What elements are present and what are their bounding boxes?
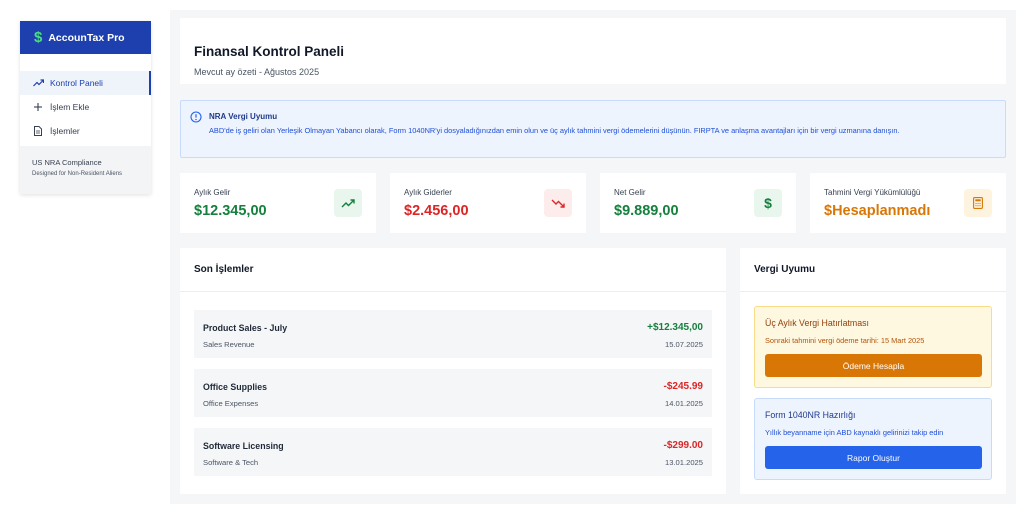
transaction-name: Office Supplies (203, 382, 268, 392)
stat-label: Net Gelir (614, 188, 646, 197)
quarterly-reminder: Üç Aylık Vergi Hatırlatması Sonraki tahm… (754, 306, 992, 388)
dollar-icon: $ (754, 189, 782, 217)
sidebar-item-add-transaction[interactable]: İşlem Ekle (20, 95, 151, 119)
page-title: Finansal Kontrol Paneli (194, 44, 345, 59)
reminder-text: Sonraki tahmini vergi ödeme tarihi: 15 M… (765, 336, 925, 345)
stat-card-net-income: Net Gelir $9.889,00 $ (600, 173, 796, 233)
stat-value: $2.456,00 (404, 203, 469, 219)
transaction-name: Product Sales - July (203, 323, 288, 333)
plus-icon (32, 101, 44, 113)
stat-value: $12.345,00 (194, 203, 267, 219)
tax-compliance-card: Vergi Uyumu Üç Aylık Vergi Hatırlatması … (740, 248, 1006, 494)
footer-subtitle: Designed for Non-Resident Aliens (32, 171, 123, 177)
sidebar-item-label: İşlem Ekle (50, 102, 90, 112)
form-1040nr-prep: Form 1040NR Hazırlığı Yıllık beyanname i… (754, 398, 992, 480)
calculator-icon (964, 189, 992, 217)
transaction-category: Software & Tech (203, 458, 259, 467)
transaction-date: 14.01.2025 (664, 399, 703, 408)
page-subtitle: Mevcut ay özeti - Ağustos 2025 (194, 67, 320, 77)
app-name: AccounTax Pro (48, 31, 125, 44)
stat-label: Tahmini Vergi Yükümlülüğü (824, 188, 921, 197)
main-content: Finansal Kontrol Paneli Mevcut ay özeti … (170, 10, 1016, 504)
trending-down-icon (544, 189, 572, 217)
stat-value: $Hesaplanmadı (824, 203, 931, 219)
stat-value: $9.889,00 (614, 203, 679, 219)
stat-card-tax-liability: Tahmini Vergi Yükümlülüğü $Hesaplanmadı (810, 173, 1006, 233)
stat-label: Aylık Gelir (194, 188, 231, 197)
transaction-category: Sales Revenue (203, 340, 255, 349)
sidebar: $ AccounTax Pro Kontrol Paneli İşlem Ekl… (20, 21, 151, 194)
alert-title: NRA Vergi Uyumu (209, 112, 278, 121)
sidebar-item-dashboard[interactable]: Kontrol Paneli (20, 71, 151, 95)
alert-text: ABD'de iş geliri olan Yerleşik Olmayan Y… (209, 126, 900, 135)
document-icon (32, 125, 44, 137)
info-icon (190, 110, 202, 128)
sidebar-item-label: İşlemler (50, 126, 80, 136)
transaction-date: 15.07.2025 (664, 340, 703, 349)
calculate-payment-button[interactable]: Ödeme Hesapla (765, 354, 982, 377)
dollar-icon: $ (34, 29, 43, 46)
stat-card-expenses: Aylık Giderler $2.456,00 (390, 173, 586, 233)
trending-up-icon (32, 77, 44, 89)
sidebar-item-label: Kontrol Paneli (50, 78, 103, 88)
form-text: Yıllık beyanname için ABD kaynaklı gelir… (765, 428, 944, 437)
transaction-category: Office Expenses (203, 399, 259, 408)
transaction-amount: -$299.00 (663, 440, 703, 451)
sidebar-nav: Kontrol Paneli İşlem Ekle İşlemler (20, 71, 151, 143)
sidebar-footer: US NRA Compliance Designed for Non-Resid… (20, 146, 151, 194)
sidebar-item-transactions[interactable]: İşlemler (20, 119, 151, 143)
transaction-amount: -$245.99 (663, 381, 703, 392)
list-item[interactable]: Software Licensing Software & Tech -$299… (194, 428, 712, 476)
transaction-date: 13.01.2025 (664, 458, 703, 467)
recent-transactions-card: Son İşlemler Product Sales - July Sales … (180, 248, 726, 494)
page-header: Finansal Kontrol Paneli Mevcut ay özeti … (180, 18, 1006, 84)
trending-up-icon (334, 189, 362, 217)
reminder-title: Üç Aylık Vergi Hatırlatması (765, 318, 869, 328)
transaction-name: Software Licensing (203, 441, 284, 451)
transaction-amount: +$12.345,00 (647, 322, 703, 333)
list-item[interactable]: Product Sales - July Sales Revenue +$12.… (194, 310, 712, 358)
create-report-button[interactable]: Rapor Oluştur (765, 446, 982, 469)
form-title: Form 1040NR Hazırlığı (765, 410, 856, 420)
list-item[interactable]: Office Supplies Office Expenses -$245.99… (194, 369, 712, 417)
tax-compliance-title: Vergi Uyumu (740, 248, 1006, 292)
stat-card-income: Aylık Gelir $12.345,00 (180, 173, 376, 233)
brand[interactable]: $ AccounTax Pro (20, 21, 151, 54)
footer-title: US NRA Compliance (32, 158, 102, 167)
stat-label: Aylık Giderler (404, 188, 452, 197)
nra-alert: NRA Vergi Uyumu ABD'de iş geliri olan Ye… (180, 100, 1006, 158)
recent-transactions-title: Son İşlemler (180, 248, 726, 292)
